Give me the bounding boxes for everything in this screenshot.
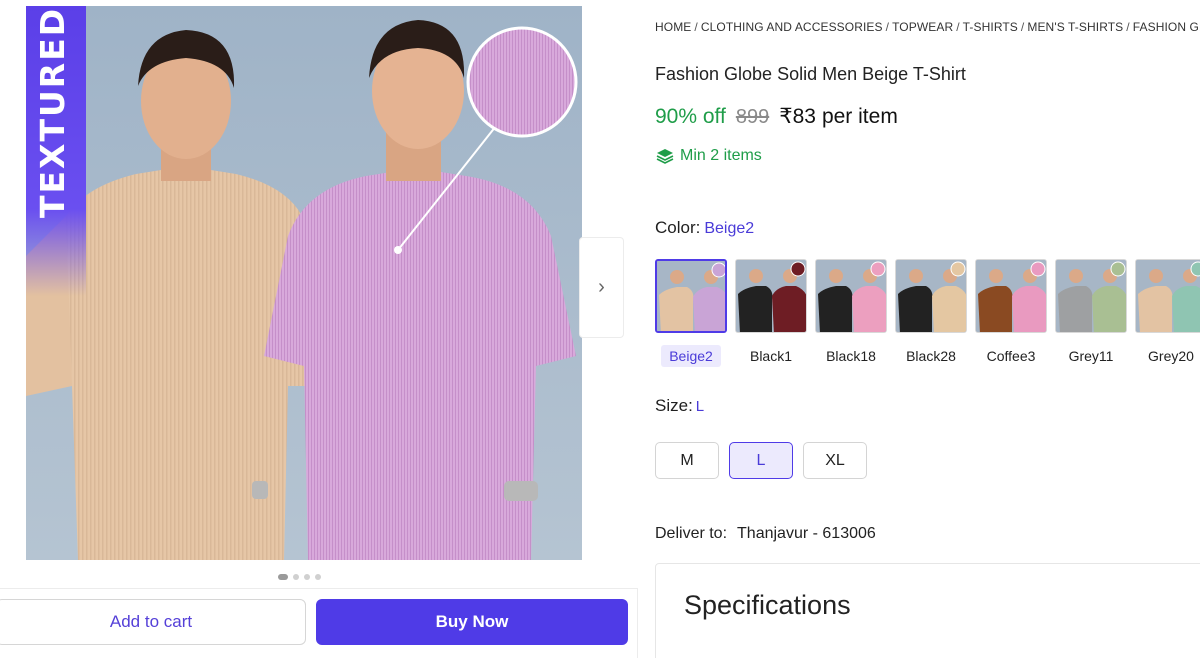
carousel-dot[interactable] [304,574,310,580]
sale-price: ₹83 [779,105,816,128]
selected-color: Beige2 [704,220,755,237]
layers-icon [656,149,674,164]
breadcrumb-mens-tshirts[interactable]: MEN'S T-SHIRTS [1027,20,1123,34]
swatch-thumbnail [735,259,807,333]
size-options: M L XL [655,442,867,479]
min-items-text: Min 2 items [680,147,762,164]
chevron-right-icon: › [598,276,605,298]
color-swatch-black28[interactable]: Black28 [895,259,967,367]
swatch-label: Grey20 [1148,348,1194,364]
size-option-xl[interactable]: XL [803,442,867,479]
swatch-thumbnail [895,259,967,333]
swatch-label: Black18 [826,348,876,364]
color-swatch-grey20[interactable]: Grey20 [1135,259,1200,367]
add-to-cart-button[interactable]: Add to cart [0,599,306,645]
original-price: 899 [735,106,770,128]
product-photo [26,6,582,560]
delivery-info[interactable]: Deliver to: Thanjavur - 613006 [655,525,876,543]
color-swatch-black18[interactable]: Black18 [815,259,887,367]
breadcrumb-clothing[interactable]: CLOTHING AND ACCESSORIES [701,20,883,34]
size-label: Size: [655,396,693,415]
selected-size: L [695,398,705,415]
color-heading: Color: Beige2 [655,218,754,238]
min-items-note: Min 2 items [656,147,762,165]
product-image[interactable]: TEXTURED [26,6,582,560]
breadcrumb-brand[interactable]: FASHION GLOBE [1133,20,1200,34]
swatch-label: Grey11 [1068,348,1114,364]
next-image-button[interactable]: › [579,237,624,338]
swatch-thumbnail [815,259,887,333]
textured-label: TEXTURED [33,6,72,218]
swatch-label: Black1 [749,348,793,364]
breadcrumb-home[interactable]: HOME [655,20,691,34]
swatch-thumbnail [1135,259,1200,333]
breadcrumb-topwear[interactable]: TOPWEAR [892,20,953,34]
carousel-dot[interactable] [278,574,288,580]
breadcrumb-tshirts[interactable]: T-SHIRTS [963,20,1018,34]
color-swatches: Beige2 Black1 Black18 Black28 Coffee3 Grey11 G… [655,259,1200,367]
color-swatch-beige2[interactable]: Beige2 [655,259,727,367]
carousel-dot[interactable] [293,574,299,580]
swatch-label: Black28 [906,348,956,364]
color-label: Color: [655,218,701,237]
size-heading: Size: L [655,396,704,416]
buy-now-button[interactable]: Buy Now [316,599,628,645]
carousel-dot[interactable] [315,574,321,580]
color-swatch-coffee3[interactable]: Coffee3 [975,259,1047,367]
swatch-label: Coffee3 [986,348,1036,364]
carousel-dots [278,574,321,580]
price-unit: per item [821,105,898,128]
swatch-thumbnail [655,259,727,333]
price-row: 90% off 899 ₹83 per item [655,104,898,129]
specifications-title: Specifications [684,590,851,620]
swatch-label: Beige2 [661,345,721,367]
color-swatch-grey11[interactable]: Grey11 [1055,259,1127,367]
breadcrumb: HOME / CLOTHING AND ACCESSORIES / TOPWEAR / T-… [655,20,1200,34]
color-swatch-black1[interactable]: Black1 [735,259,807,367]
product-title: Fashion Globe Solid Men Beige T-Shirt [655,64,966,84]
specifications-card[interactable]: Specifications [655,563,1200,658]
size-option-m[interactable]: M [655,442,719,479]
textured-banner: TEXTURED [26,6,86,296]
deliver-label: Deliver to: [655,525,728,542]
swatch-thumbnail [975,259,1047,333]
delivery-location: Thanjavur - 613006 [737,525,876,542]
size-option-l[interactable]: L [729,442,793,479]
swatch-thumbnail [1055,259,1127,333]
discount-label: 90% off [655,105,726,128]
